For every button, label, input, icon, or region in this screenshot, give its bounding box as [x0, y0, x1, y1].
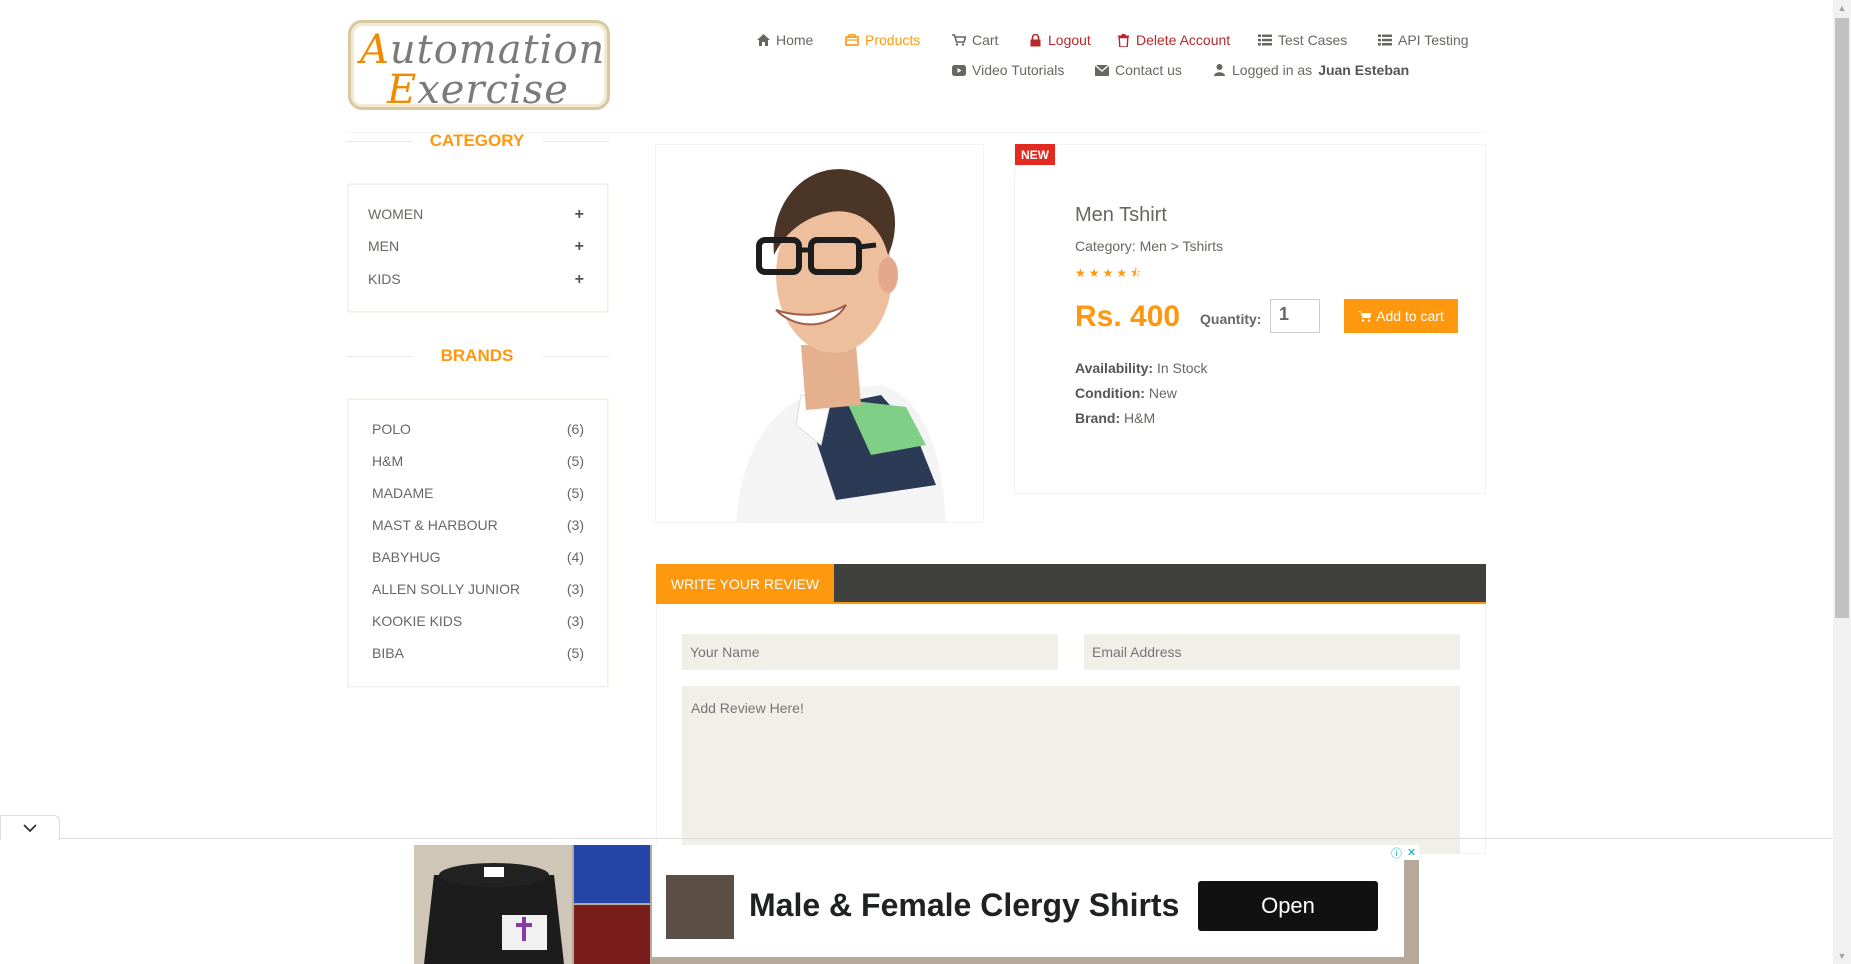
brand-babyhug[interactable]: BABYHUG (4) — [372, 549, 584, 565]
ad-content-panel[interactable]: Male & Female Clergy Shirts Open — [652, 845, 1404, 957]
review-email-input[interactable] — [1084, 634, 1460, 670]
logged-in-status: Logged in as Juan Esteban — [1212, 62, 1409, 78]
category-title: CATEGORY — [429, 131, 525, 150]
lock-icon — [1028, 33, 1042, 47]
chevron-down-icon — [23, 819, 37, 837]
trash-icon — [1116, 33, 1130, 47]
nav-test-cases[interactable]: Test Cases — [1258, 32, 1347, 48]
shopping-cart-icon — [952, 33, 966, 47]
shopping-cart-icon — [1358, 309, 1372, 323]
add-to-cart-button[interactable]: Add to cart — [1344, 299, 1458, 333]
category-men[interactable]: MEN + — [368, 238, 584, 256]
logged-in-username: Juan Esteban — [1318, 62, 1410, 78]
user-icon — [1212, 63, 1226, 77]
brand-biba[interactable]: BIBA (5) — [372, 645, 584, 661]
ad-title: Male & Female Clergy Shirts — [749, 887, 1180, 923]
ad-image-clergy-shirt — [414, 845, 572, 964]
scroll-up-arrow-icon[interactable]: ▲ — [1833, 0, 1851, 16]
brand-polo[interactable]: POLO (6) — [372, 421, 584, 437]
condition: Condition: New — [1075, 385, 1177, 401]
write-review-tab[interactable]: WRITE YOUR REVIEW — [656, 564, 834, 604]
plus-icon[interactable]: + — [575, 206, 584, 224]
nav-logout[interactable]: Logout — [1028, 32, 1091, 48]
nav-api-testing[interactable]: API Testing — [1378, 32, 1469, 48]
youtube-play-icon — [952, 63, 966, 77]
brand-madame[interactable]: MADAME (5) — [372, 485, 584, 501]
ad-divider — [0, 838, 1833, 839]
ad-thumbnail — [666, 875, 734, 939]
ad-info-icon[interactable]: ⓘ — [1389, 845, 1404, 860]
product-price: Rs. 400 — [1075, 300, 1181, 333]
star-half-icon: ⯪ — [1130, 266, 1145, 280]
brand-allen-solly-junior[interactable]: ALLEN SOLLY JUNIOR (3) — [372, 581, 584, 597]
plus-icon[interactable]: + — [575, 238, 584, 256]
ad-banner[interactable]: Male & Female Clergy Shirts Open ⓘ ✕ — [414, 845, 1419, 964]
scrollbar-thumb[interactable] — [1835, 18, 1849, 618]
availability: Availability: In Stock — [1075, 360, 1208, 376]
product-photo-illustration — [736, 169, 946, 522]
review-name-input[interactable] — [682, 634, 1058, 670]
ad-open-button[interactable]: Open — [1198, 881, 1378, 931]
plus-icon[interactable]: + — [575, 271, 584, 289]
nav-home[interactable]: Home — [756, 32, 813, 48]
nav-delete-account[interactable]: Delete Account — [1116, 32, 1230, 48]
envelope-icon — [1095, 63, 1109, 77]
new-badge: NEW — [1015, 144, 1055, 165]
category-kids[interactable]: KIDS + — [368, 271, 584, 289]
product-box-icon — [845, 33, 859, 47]
nav-contact-us[interactable]: Contact us — [1095, 62, 1182, 78]
star-icon: ★ — [1088, 266, 1103, 280]
quantity-label: Quantity: — [1200, 311, 1262, 327]
nav-cart[interactable]: Cart — [952, 32, 998, 48]
ad-image-blue-shirt — [574, 845, 650, 903]
star-icon: ★ — [1075, 266, 1089, 280]
review-form — [656, 604, 1486, 854]
brand: Brand: H&M — [1075, 410, 1156, 426]
site-logo[interactable]: Automation Exercise — [348, 20, 610, 113]
rating-stars: ★★★★⯪ — [1075, 264, 1144, 285]
star-icon: ★ — [1102, 266, 1117, 280]
quantity-input[interactable]: 1 — [1270, 299, 1320, 333]
product-name: Men Tshirt — [1075, 204, 1167, 226]
nav-video-tutorials[interactable]: Video Tutorials — [952, 62, 1064, 78]
category-women[interactable]: WOMEN + — [368, 206, 584, 224]
nav-products[interactable]: Products — [845, 32, 920, 48]
category-panel: WOMEN + MEN + KIDS + — [347, 183, 609, 313]
review-text-area[interactable] — [682, 686, 1460, 854]
ad-image-tartan-shirt — [574, 905, 650, 964]
product-category: Category: Men > Tshirts — [1075, 238, 1223, 254]
brands-panel: POLO (6) H&M (5) MADAME (5) MAST & HARBOUR(… — [347, 398, 609, 688]
scroll-down-arrow-icon[interactable]: ▼ — [1833, 948, 1851, 964]
ad-collapse-toggle[interactable] — [0, 815, 60, 840]
list-icon — [1258, 33, 1272, 47]
brand-hm[interactable]: H&M (5) — [372, 453, 584, 469]
ad-close-icon[interactable]: ✕ — [1404, 845, 1419, 860]
home-icon — [756, 33, 770, 47]
brands-title: BRANDS — [440, 346, 514, 365]
product-image — [655, 144, 984, 523]
brand-kookie-kids[interactable]: KOOKIE KIDS (3) — [372, 613, 584, 629]
list-icon — [1378, 33, 1392, 47]
star-icon: ★ — [1116, 266, 1131, 280]
brand-mast-harbour[interactable]: MAST & HARBOUR (3) — [372, 517, 584, 533]
